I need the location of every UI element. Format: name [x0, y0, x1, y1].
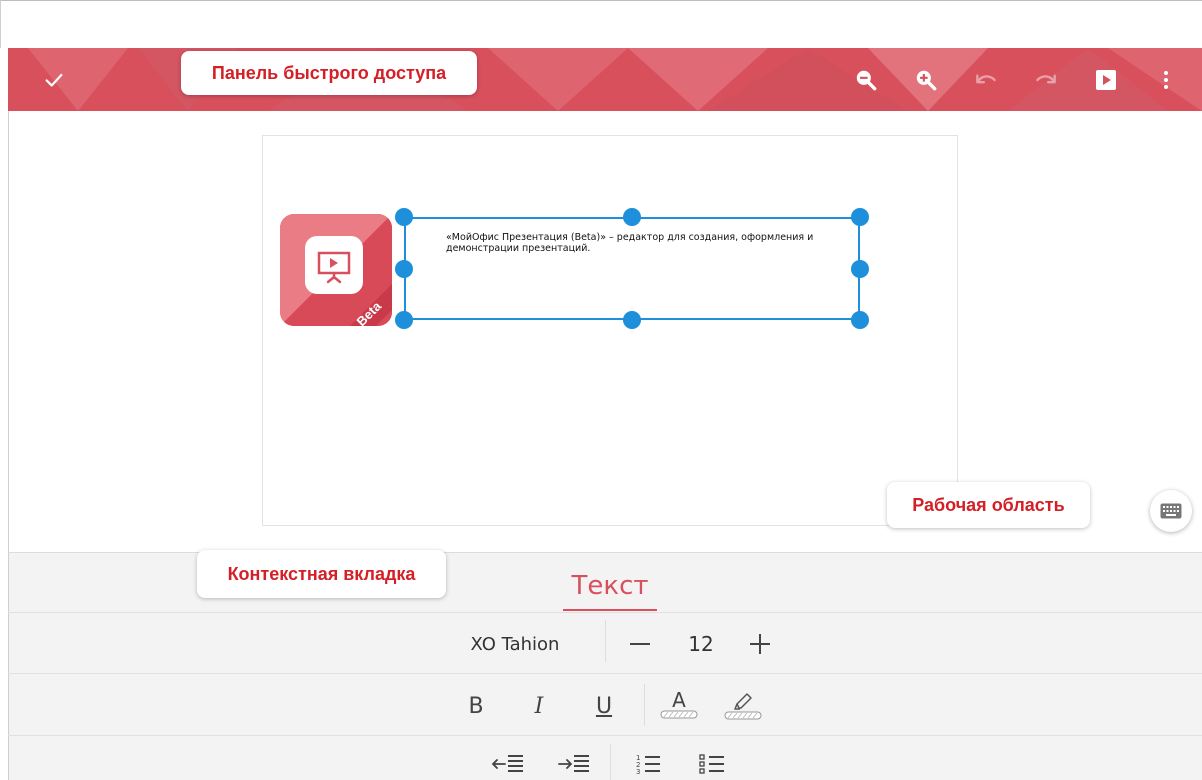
row-divider — [8, 673, 1202, 674]
app-logo[interactable]: Beta — [280, 214, 392, 326]
bulleted-list-button[interactable] — [692, 748, 732, 780]
redo-icon — [1036, 73, 1056, 83]
resize-handle-top[interactable] — [623, 208, 641, 226]
font-color-button[interactable]: A — [658, 684, 700, 724]
row3-separator — [610, 744, 611, 780]
numbered-list-button[interactable]: 1 2 3 — [628, 748, 668, 780]
panel-divider — [8, 612, 1202, 613]
tab-active-indicator — [563, 609, 657, 611]
resize-handle-bottom-left[interactable] — [395, 311, 413, 329]
check-icon — [45, 73, 63, 87]
font-color-letter: A — [672, 687, 686, 712]
bold-button[interactable]: B — [458, 688, 494, 724]
svg-text:3: 3 — [636, 768, 640, 776]
undo-icon — [976, 73, 996, 83]
play-button[interactable] — [1082, 48, 1130, 111]
color-swatch-icon — [660, 710, 698, 718]
redo-button[interactable] — [1022, 48, 1070, 111]
zoom-out-button[interactable] — [842, 48, 890, 111]
more-button[interactable] — [1142, 48, 1190, 111]
plus-icon — [750, 634, 770, 654]
resize-handle-bottom-right[interactable] — [851, 311, 869, 329]
font-family-select[interactable]: XO Tahion — [462, 628, 568, 660]
highlighter-icon — [724, 693, 762, 720]
top-margin — [0, 0, 1202, 48]
minus-icon — [630, 643, 650, 645]
slide-canvas[interactable] — [262, 135, 958, 526]
zoom-in-button[interactable] — [902, 48, 950, 111]
font-size-value[interactable]: 12 — [680, 628, 722, 660]
row1-separator — [605, 620, 606, 662]
bulleted-list-icon — [699, 754, 724, 774]
increase-indent-button[interactable] — [554, 748, 594, 780]
font-size-increase-button[interactable] — [744, 628, 776, 660]
outdent-icon — [491, 755, 523, 772]
italic-button[interactable]: I — [521, 688, 557, 724]
row-divider — [8, 735, 1202, 736]
decrease-indent-button[interactable] — [488, 748, 528, 780]
undo-button[interactable] — [962, 48, 1010, 111]
font-color-icon: A — [660, 690, 698, 719]
font-size-decrease-button[interactable] — [624, 628, 656, 660]
callout-work-area: Рабочая область — [887, 482, 1090, 528]
done-button[interactable] — [30, 48, 78, 111]
highlight-button[interactable] — [722, 684, 764, 724]
numbered-list-icon: 1 2 3 — [636, 754, 660, 776]
resize-handle-top-left[interactable] — [395, 208, 413, 226]
keyboard-icon — [1160, 503, 1182, 519]
presentation-app-icon: Beta — [280, 214, 392, 326]
resize-handle-bottom[interactable] — [623, 311, 641, 329]
text-box-content[interactable]: «МойОфис Презентация (Beta)» – редактор … — [446, 232, 851, 254]
callout-quick-access: Панель быстрого доступа — [181, 51, 477, 95]
underline-button[interactable]: U — [586, 688, 622, 724]
zoom-in-icon — [916, 70, 937, 90]
more-vert-icon — [1164, 70, 1168, 89]
resize-handle-right[interactable] — [851, 260, 869, 278]
keyboard-button[interactable] — [1150, 490, 1192, 532]
zoom-out-icon — [856, 70, 877, 90]
play-icon — [1096, 69, 1116, 90]
tab-text[interactable]: Текст — [563, 560, 657, 612]
callout-context-tab: Контекстная вкладка — [197, 550, 446, 598]
row2-separator — [644, 684, 645, 726]
resize-handle-top-right[interactable] — [851, 208, 869, 226]
indent-icon — [558, 755, 589, 772]
resize-handle-left[interactable] — [395, 260, 413, 278]
